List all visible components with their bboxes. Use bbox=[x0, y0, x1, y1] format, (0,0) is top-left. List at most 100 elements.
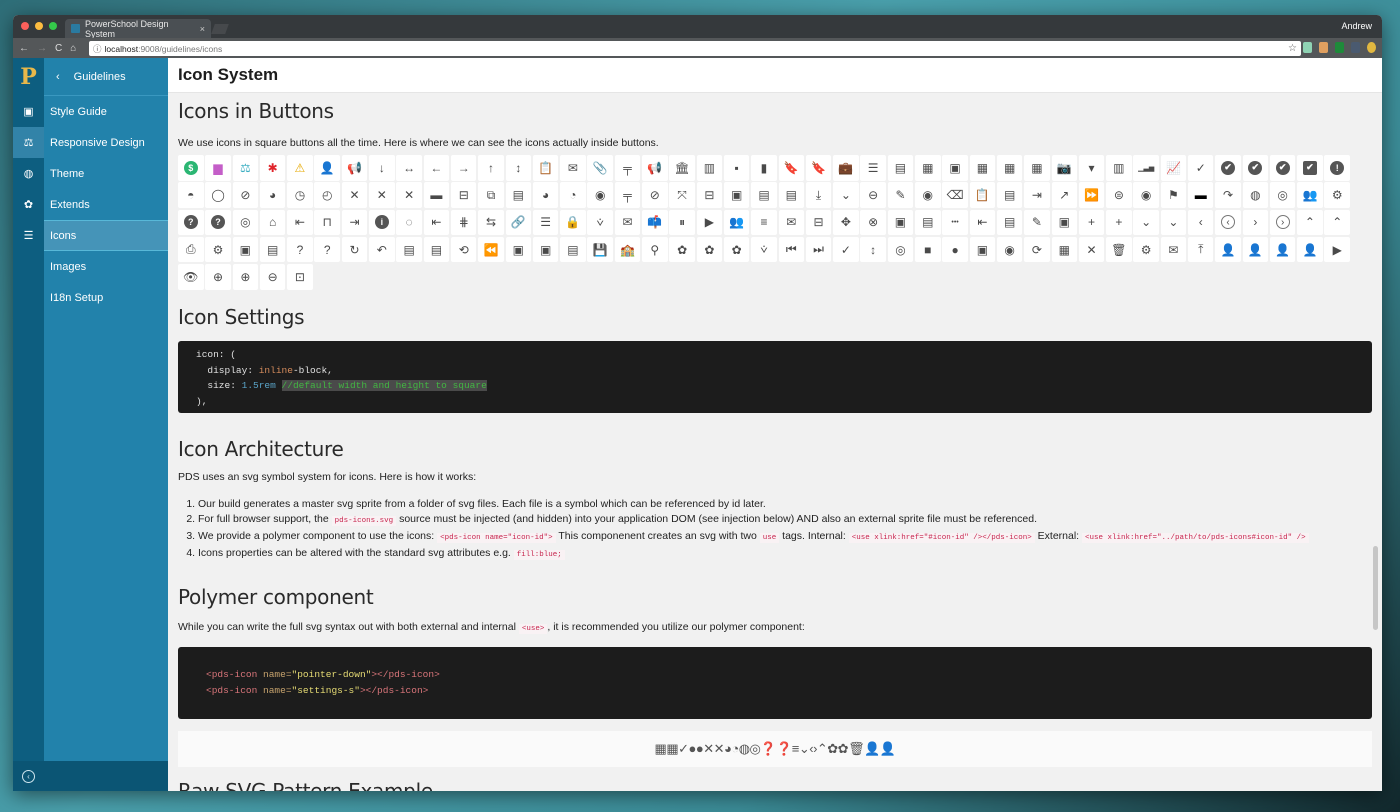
icon-button-lock[interactable]: 🔒 bbox=[560, 209, 586, 236]
icon-button-minus-circle[interactable]: ⊖ bbox=[860, 182, 886, 208]
icon-button-school[interactable]: 🏫 bbox=[614, 236, 641, 263]
icon-button-check-circle-3[interactable]: ✔ bbox=[1269, 155, 1296, 181]
icon-button-badge[interactable]: ▣ bbox=[505, 236, 532, 263]
icon-button-spreadsheet[interactable]: ▤ bbox=[560, 236, 586, 263]
icon-button-photo[interactable]: ▣ bbox=[887, 209, 914, 236]
icon-button-people[interactable]: 👥 bbox=[723, 209, 750, 236]
icon-button-history[interactable]: ⟲ bbox=[450, 236, 477, 263]
icon-button-bank[interactable]: 🏛 bbox=[669, 155, 695, 181]
icon-button-arrow-down[interactable]: ↓ bbox=[369, 155, 395, 181]
icon-button-move[interactable]: ✥ bbox=[833, 209, 859, 236]
icon-button-copy-add[interactable]: ⧉ bbox=[478, 182, 504, 208]
icon-button-undo[interactable]: ↶ bbox=[369, 236, 395, 263]
sidebar-item-i18n-setup[interactable]: I18n Setup bbox=[44, 282, 168, 313]
icon-button-arrow-left[interactable]: ← bbox=[423, 155, 450, 181]
icon-button-fast-forward[interactable]: ⏩ bbox=[1078, 182, 1105, 208]
icon-button-check-circle[interactable]: ✔ bbox=[1215, 155, 1241, 181]
icon-button-paperclip[interactable]: 📎 bbox=[587, 155, 613, 181]
icon-button-globe-dark[interactable]: ◍ bbox=[1242, 182, 1269, 208]
icon-button-pause[interactable]: ⏸ bbox=[669, 209, 695, 236]
icon-button-settings[interactable]: ✿ bbox=[669, 236, 695, 263]
icon-button-columns[interactable]: ▥ bbox=[1106, 155, 1132, 181]
bookmark-star-icon[interactable]: ☆ bbox=[1288, 43, 1297, 54]
icon-button-dashboard[interactable]: ◔ bbox=[560, 182, 586, 208]
icon-button-arrows-vertical[interactable]: ↕ bbox=[860, 236, 886, 263]
icon-button-document[interactable]: ▤ bbox=[751, 182, 777, 208]
icon-button-birthday-cake[interactable]: ▆ bbox=[205, 155, 231, 181]
icon-button-video[interactable]: ▶ bbox=[1324, 236, 1350, 263]
icon-button-mail-2[interactable]: ✉ bbox=[778, 209, 805, 236]
document-icon[interactable]: ☰ bbox=[13, 220, 44, 251]
globe-icon[interactable]: ◍ bbox=[13, 158, 44, 189]
icon-button-user-settings[interactable]: 👤 bbox=[1269, 236, 1296, 263]
icon-button-flag[interactable]: ⚑ bbox=[1160, 182, 1187, 208]
icon-button-desk[interactable]: ╤ bbox=[614, 155, 641, 181]
icon-button-warning[interactable]: ⚠ bbox=[287, 155, 313, 181]
icon-button-news[interactable]: ▤ bbox=[915, 209, 941, 236]
icon-button-settings-3[interactable]: ✿ bbox=[723, 236, 750, 263]
icon-button-gear-group[interactable]: ⚙ bbox=[1133, 236, 1159, 263]
icon-button-pdf[interactable]: ▤ bbox=[996, 209, 1023, 236]
icon-button-id-card[interactable]: ▣ bbox=[1051, 209, 1077, 236]
icon-button-stop[interactable]: ■ bbox=[915, 236, 941, 263]
icon-button-info-circle[interactable]: i bbox=[369, 209, 395, 236]
icon-button-user-purple[interactable]: 👤 bbox=[314, 155, 340, 181]
icon-button-close-2[interactable]: ✕ bbox=[369, 182, 395, 208]
icon-button-zoom-out[interactable]: ⊖ bbox=[259, 264, 286, 290]
icon-button-dashboard-dark[interactable]: ◕ bbox=[532, 182, 559, 208]
icon-button-arrow-left-right[interactable]: ↔ bbox=[396, 155, 422, 181]
icon-button-archive[interactable]: ▤ bbox=[423, 236, 450, 263]
icon-button-mail-person[interactable]: ✉ bbox=[1160, 236, 1187, 263]
collapse-sidebar-button[interactable]: ‹ bbox=[13, 761, 168, 791]
tab-close-icon[interactable]: × bbox=[200, 24, 205, 34]
icon-button-clipboard[interactable]: 📋 bbox=[532, 155, 559, 181]
icon-button-clock[interactable]: ◷ bbox=[287, 182, 313, 208]
icon-button-medical-star[interactable]: ✱ bbox=[259, 155, 286, 181]
icon-button-book-small[interactable]: ▪ bbox=[723, 155, 750, 181]
icon-button-backspace[interactable]: ⌫ bbox=[942, 182, 968, 208]
icon-button-gears[interactable]: ⚙ bbox=[205, 236, 231, 263]
icon-button-megaphone-2[interactable]: 📢 bbox=[642, 155, 668, 181]
icon-button-user-circle[interactable]: ◉ bbox=[915, 182, 941, 208]
icon-button-close-3[interactable]: ✕ bbox=[396, 182, 422, 208]
icon-button-clock-add[interactable]: ◕ bbox=[259, 182, 286, 208]
icon-button-folder[interactable]: ▬ bbox=[1187, 182, 1214, 208]
icon-button-exclamation-circle[interactable]: ! bbox=[1324, 155, 1350, 181]
icon-button-dollar-circle[interactable]: $ bbox=[178, 155, 204, 181]
icon-button-target[interactable]: ◎ bbox=[887, 236, 914, 263]
icon-button-trend-chart[interactable]: 📈 bbox=[1160, 155, 1187, 181]
powerschool-logo[interactable]: P bbox=[13, 58, 44, 96]
icon-button-trash[interactable]: 🗑 bbox=[1106, 236, 1132, 263]
sidebar-item-style-guide[interactable]: Style Guide bbox=[44, 96, 168, 127]
icon-button-question[interactable]: ? bbox=[287, 236, 313, 263]
icon-button-arrow-up-down[interactable]: ↕ bbox=[505, 155, 532, 181]
icon-button-plus-2[interactable]: + bbox=[1106, 209, 1132, 236]
icon-button-swap[interactable]: ⇆ bbox=[478, 209, 504, 236]
icon-button-building[interactable]: ▥ bbox=[696, 155, 723, 181]
icon-button-eye-slash[interactable]: ◎ bbox=[232, 209, 259, 236]
maximize-window-button[interactable] bbox=[49, 22, 57, 30]
icon-button-desk-2[interactable]: ╤ bbox=[614, 182, 641, 208]
browser-tab[interactable]: PowerSchool Design System × bbox=[65, 19, 211, 39]
icon-button-zoom-page[interactable]: ⊡ bbox=[287, 264, 313, 290]
icon-button-circle-check-dashed[interactable]: ◌ bbox=[396, 209, 422, 236]
address-bar[interactable]: ⓘ localhost :9008/guidelines/icons ☆ bbox=[89, 41, 1301, 56]
icon-button-ban[interactable]: ⊘ bbox=[642, 182, 668, 208]
icon-button-help-circle-2[interactable]: ? bbox=[205, 209, 231, 236]
icon-button-plus[interactable]: + bbox=[1078, 209, 1105, 236]
icon-button-download[interactable]: ⤓ bbox=[805, 182, 832, 208]
info-icon[interactable]: ⓘ bbox=[93, 43, 102, 55]
icon-button-question-2[interactable]: ? bbox=[314, 236, 340, 263]
icon-button-list[interactable]: ☰ bbox=[860, 155, 886, 181]
icon-button-chevron-up-2[interactable]: ⌃ bbox=[1324, 209, 1350, 236]
icon-button-refresh[interactable]: ↻ bbox=[341, 236, 368, 263]
icon-button-user-add[interactable]: 👤 bbox=[1215, 236, 1241, 263]
icon-button-check-square[interactable]: ✔ bbox=[1297, 155, 1323, 181]
icon-button-contact[interactable]: ▣ bbox=[532, 236, 559, 263]
icon-button-zoom-in[interactable]: ⊕ bbox=[205, 264, 231, 290]
icon-button-close[interactable]: ✕ bbox=[341, 182, 368, 208]
icon-button-mailbox[interactable]: 📫 bbox=[642, 209, 668, 236]
extension-icon[interactable] bbox=[1319, 42, 1328, 53]
icon-button-scale[interactable]: ⚖ bbox=[232, 155, 259, 181]
icon-button-filter-add[interactable]: ◉ bbox=[1133, 182, 1159, 208]
